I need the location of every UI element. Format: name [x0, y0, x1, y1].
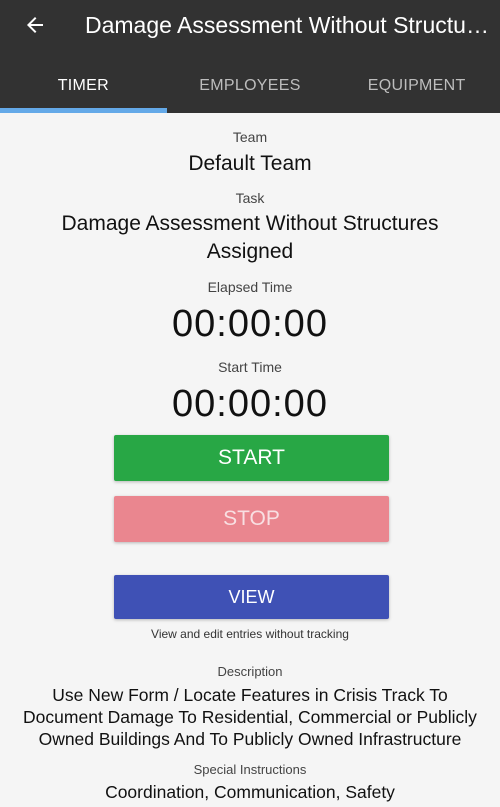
- back-button[interactable]: [0, 0, 70, 50]
- view-button[interactable]: VIEW: [114, 575, 389, 619]
- page-title: Damage Assessment Without Structu…: [85, 11, 489, 38]
- tab-timer[interactable]: TIMER: [0, 58, 167, 113]
- task-label: Task: [235, 190, 265, 206]
- elapsed-time-label: Elapsed Time: [207, 279, 293, 295]
- task-value-line1: Damage Assessment Without Structures: [61, 212, 439, 235]
- stop-button[interactable]: STOP: [114, 496, 389, 542]
- start-time-label: Start Time: [218, 359, 282, 375]
- description-line2: Document Damage To Residential, Commerci…: [23, 707, 477, 727]
- special-instructions-label: Special Instructions: [193, 762, 307, 777]
- tab-equipment[interactable]: EQUIPMENT: [333, 58, 500, 113]
- description-line1: Use New Form / Locate Features in Crisis…: [52, 685, 448, 705]
- team-label: Team: [232, 129, 268, 145]
- description-text: Use New Form / Locate Features in Crisis…: [0, 684, 500, 750]
- top-app-bar: Damage Assessment Without Structu… TIMER…: [0, 0, 500, 113]
- toolbar: Damage Assessment Without Structu…: [0, 0, 500, 50]
- view-hint: View and edit entries without tracking: [151, 627, 349, 641]
- team-value: Default Team: [188, 152, 312, 175]
- special-instructions-value: Coordination, Communication, Safety: [105, 782, 395, 802]
- start-button[interactable]: START: [114, 435, 389, 481]
- tab-employees[interactable]: EMPLOYEES: [167, 58, 334, 113]
- elapsed-time-value: 00:00:00: [172, 303, 328, 345]
- start-time-value: 00:00:00: [172, 383, 328, 425]
- task-value-line2: Assigned: [206, 240, 294, 263]
- description-label: Description: [217, 664, 283, 679]
- description-line3: Owned Buildings And To Publicly Owned In…: [38, 729, 462, 749]
- tab-bar: TIMER EMPLOYEES EQUIPMENT: [0, 58, 500, 113]
- arrow-left-icon: [27, 17, 43, 33]
